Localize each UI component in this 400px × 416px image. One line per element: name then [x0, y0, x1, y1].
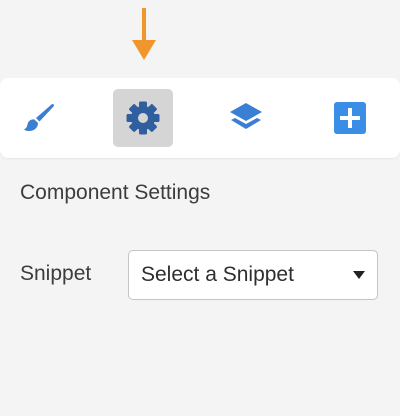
- editor-panel: Component Settings Snippet Select a Snip…: [0, 0, 400, 416]
- paintbrush-icon: [24, 103, 55, 131]
- snippet-select[interactable]: Select a Snippet: [128, 250, 378, 300]
- tab-style[interactable]: [9, 89, 69, 147]
- gear-icon: [126, 101, 160, 135]
- layers-icon: [230, 103, 262, 129]
- section-title: Component Settings: [20, 181, 211, 204]
- snippet-label: Snippet: [20, 262, 92, 285]
- snippet-select-value: Select a Snippet: [141, 263, 294, 286]
- down-arrow-icon: [132, 8, 156, 60]
- toolbar: [0, 78, 400, 158]
- caret-down-icon: [353, 271, 365, 279]
- plus-square-icon: [334, 102, 366, 134]
- tab-add[interactable]: [320, 89, 380, 147]
- tab-layers[interactable]: [216, 89, 276, 147]
- tab-settings[interactable]: [113, 89, 173, 147]
